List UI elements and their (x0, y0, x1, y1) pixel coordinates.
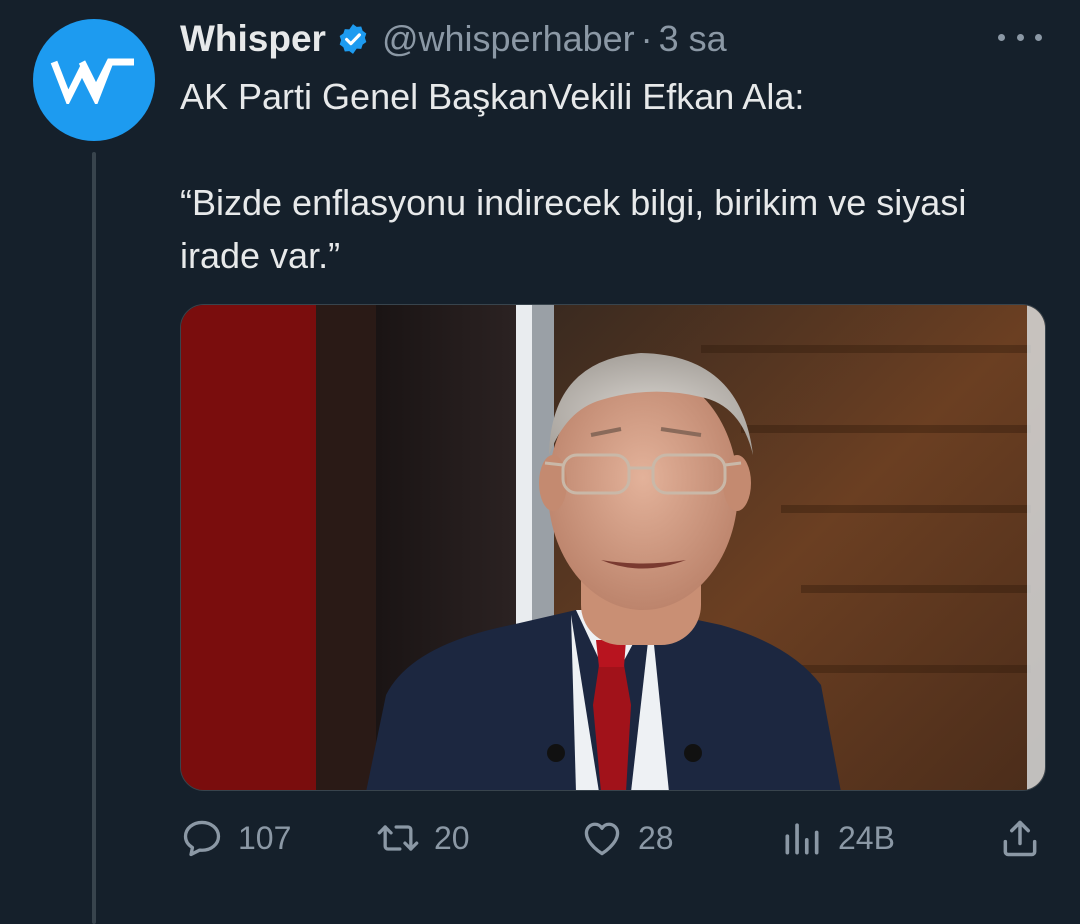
views-icon (785, 823, 819, 855)
retweet-icon (377, 825, 419, 851)
timestamp[interactable]: 3 sa (659, 18, 727, 60)
retweet-count: 20 (434, 819, 470, 856)
more-dot-icon (1016, 33, 1024, 41)
avatar[interactable] (33, 19, 155, 141)
more-options-button[interactable] (998, 22, 1042, 52)
heart-icon (584, 822, 620, 856)
tweet-photo[interactable] (180, 304, 1046, 791)
photo-illustration (181, 305, 1045, 790)
views-count: 24B (838, 819, 895, 856)
tweet-header: Whisper @whisperhaber · 3 sa (180, 14, 727, 64)
like-button[interactable]: 28 (580, 810, 674, 866)
more-dot-icon (998, 33, 1005, 41)
share-button[interactable] (998, 810, 1056, 866)
retweet-button[interactable]: 20 (376, 810, 470, 866)
views-button[interactable]: 24B (780, 810, 895, 866)
thread-line (92, 152, 96, 924)
more-dot-icon (1035, 33, 1042, 41)
tweet-text: AK Parti Genel BaşkanVekili Efkan Ala: “… (180, 70, 1040, 282)
tweet: Whisper @whisperhaber · 3 sa AK Parti Ge… (0, 0, 1080, 924)
reply-icon (183, 820, 221, 857)
share-icon (1003, 820, 1037, 857)
tweet-quote: “Bizde enflasyonu indirecek bilgi, birik… (180, 182, 967, 276)
action-bar: 107 20 28 24B (180, 810, 1046, 866)
tweet-text-line: AK Parti Genel BaşkanVekili Efkan Ala: (180, 76, 805, 117)
handle[interactable]: @whisperhaber (382, 18, 635, 60)
verified-badge-icon (339, 24, 367, 54)
whisper-logo-icon (50, 58, 134, 104)
reply-count: 107 (238, 819, 292, 856)
separator-dot: · (640, 18, 653, 59)
reply-button[interactable]: 107 (180, 810, 291, 866)
display-name[interactable]: Whisper (180, 18, 326, 60)
like-count: 28 (638, 819, 674, 856)
